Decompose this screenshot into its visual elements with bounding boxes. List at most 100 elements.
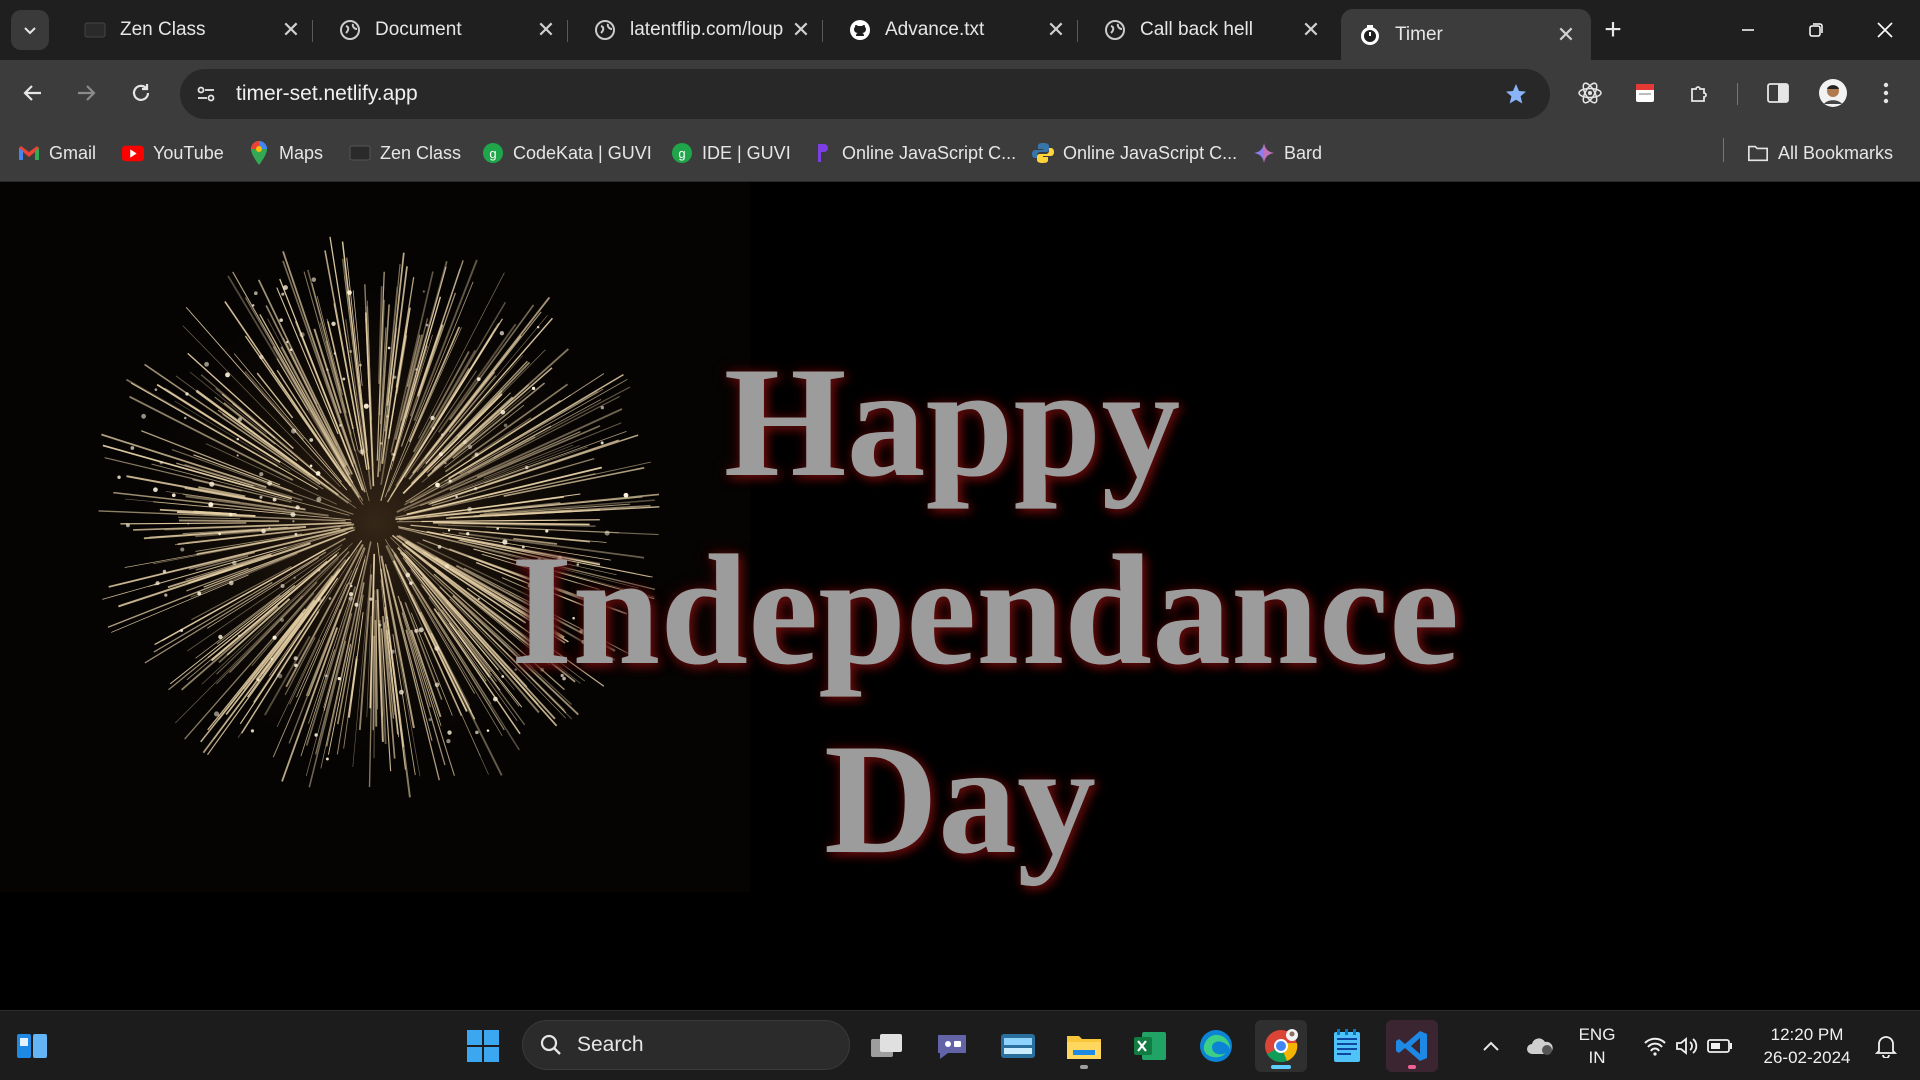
svg-text:g: g: [489, 146, 496, 161]
clock-button[interactable]: 12:20 PM 26-02-2024: [1752, 1011, 1862, 1080]
close-icon[interactable]: ✕: [1043, 17, 1069, 43]
arrow-right-icon: [78, 85, 96, 101]
excel-button[interactable]: [1124, 1020, 1176, 1072]
bookmark-label: Maps: [279, 142, 324, 163]
url-text[interactable]: timer-set.netlify.app: [236, 82, 1496, 106]
restore-button[interactable]: [1793, 10, 1839, 50]
extension-button[interactable]: [1627, 75, 1663, 111]
bookmark-online-js-python[interactable]: Online JavaScript C...: [1032, 136, 1237, 170]
toolbar-separator: [1737, 83, 1738, 105]
minimize-icon: [1742, 29, 1754, 31]
svg-text:g: g: [678, 146, 685, 161]
firework-spark: [281, 292, 285, 296]
timer-icon: [1359, 24, 1381, 46]
bookmark-zen-class[interactable]: Zen Class: [349, 136, 461, 170]
widgets-button[interactable]: [6, 1020, 58, 1072]
bookmark-label: CodeKata | GUVI: [513, 142, 652, 163]
close-icon[interactable]: ✕: [788, 17, 814, 43]
forward-button[interactable]: [66, 73, 106, 113]
task-view-button[interactable]: [861, 1020, 913, 1072]
side-panel-button[interactable]: [1760, 75, 1796, 111]
arrow-left-icon: [23, 85, 41, 101]
wifi-icon: [1644, 1037, 1666, 1056]
bookmark-label: YouTube: [153, 142, 224, 163]
chevron-down-icon: [24, 27, 36, 35]
minimize-button[interactable]: [1725, 10, 1771, 50]
firework-spark: [425, 323, 429, 327]
globe-icon: [339, 19, 361, 41]
profile-button[interactable]: [1815, 75, 1851, 111]
tab-call-back-hell[interactable]: Call back hell ✕: [1086, 9, 1336, 51]
programiz-icon: [811, 142, 833, 164]
tab-latentflip[interactable]: latentflip.com/loup ✕: [576, 9, 826, 51]
address-bar[interactable]: timer-set.netlify.app: [180, 69, 1550, 119]
bookmark-online-js-programiz[interactable]: Online JavaScript C...: [811, 136, 1016, 170]
volume-icon: [1676, 1037, 1698, 1055]
excel-icon: [1134, 1032, 1166, 1060]
reload-button[interactable]: [121, 73, 161, 113]
file-explorer-button[interactable]: [1058, 1020, 1110, 1072]
notepad-button[interactable]: [1321, 1020, 1373, 1072]
taskbar-search[interactable]: Search: [522, 1020, 850, 1070]
chrome-button[interactable]: [1255, 1020, 1307, 1072]
python-icon: [1032, 142, 1054, 164]
tab-advance-txt[interactable]: Advance.txt ✕: [831, 9, 1081, 51]
tab-timer[interactable]: Timer ✕: [1341, 9, 1591, 60]
bell-icon: [1875, 1036, 1897, 1058]
language-code: ENG: [1578, 1025, 1616, 1044]
tab-separator: [567, 20, 568, 42]
close-icon[interactable]: ✕: [278, 17, 304, 43]
bookmarks-bar: Gmail YouTube Maps Zen Class g CodeKata …: [0, 126, 1920, 182]
vscode-button[interactable]: [1386, 1020, 1438, 1072]
touch-keyboard-button[interactable]: [992, 1020, 1044, 1072]
bookmark-ide-guvi[interactable]: g IDE | GUVI: [671, 136, 791, 170]
input-language-button[interactable]: ENG IN: [1572, 1011, 1622, 1080]
tab-separator: [1077, 20, 1078, 42]
quick-settings-button[interactable]: [1636, 1011, 1740, 1080]
close-window-button[interactable]: [1862, 10, 1908, 50]
search-label: Search: [577, 1033, 644, 1056]
search-icon: [540, 1034, 561, 1055]
browser-toolbar: timer-set.netlify.app: [0, 60, 1920, 126]
tab-title: Timer: [1395, 23, 1443, 45]
bard-icon: [1253, 142, 1275, 164]
tab-strip: Zen Class ✕ Document ✕ latentflip.com/lo…: [0, 0, 1920, 60]
tab-title: Document: [375, 19, 462, 40]
bookmark-codekata[interactable]: g CodeKata | GUVI: [482, 136, 652, 170]
guvi-icon: g: [671, 142, 693, 164]
bookmark-maps[interactable]: Maps: [248, 136, 323, 170]
bookmark-star-button[interactable]: [1496, 74, 1536, 114]
bookmark-label: IDE | GUVI: [702, 142, 791, 163]
close-icon[interactable]: ✕: [533, 17, 559, 43]
firework-spark: [422, 290, 425, 293]
keyboard-app-icon: [1001, 1034, 1035, 1058]
chrome-menu-button[interactable]: [1868, 75, 1904, 111]
tab-zen-class[interactable]: Zen Class ✕: [66, 9, 316, 51]
notifications-button[interactable]: [1866, 1011, 1906, 1080]
zen-class-icon: [84, 19, 106, 41]
bookmark-label: Gmail: [49, 142, 97, 163]
extensions-menu-button[interactable]: [1682, 75, 1718, 111]
react-devtools-button[interactable]: [1572, 75, 1608, 111]
headline-line-2: Independance: [510, 523, 1460, 698]
chat-icon: [938, 1035, 966, 1059]
edge-button[interactable]: [1190, 1020, 1242, 1072]
show-hidden-icons-button[interactable]: [1475, 1011, 1507, 1080]
tab-document[interactable]: Document ✕: [321, 9, 571, 51]
close-icon[interactable]: ✕: [1298, 17, 1324, 43]
back-button[interactable]: [13, 73, 53, 113]
all-bookmarks-button[interactable]: All Bookmarks: [1747, 136, 1893, 170]
bookmark-gmail[interactable]: Gmail: [18, 136, 96, 170]
github-icon: [849, 19, 871, 41]
start-button[interactable]: [457, 1020, 509, 1072]
onedrive-button[interactable]: [1522, 1011, 1558, 1080]
tab-search-button[interactable]: [11, 10, 49, 50]
firework-spark: [283, 285, 288, 291]
bookmark-bard[interactable]: Bard: [1253, 136, 1322, 170]
close-icon[interactable]: ✕: [1553, 22, 1579, 48]
cloud-icon: [1527, 1038, 1553, 1055]
bookmark-youtube[interactable]: YouTube: [122, 136, 224, 170]
site-info-button[interactable]: [186, 74, 226, 114]
new-tab-button[interactable]: +: [1597, 13, 1629, 46]
teams-button[interactable]: [926, 1020, 978, 1072]
